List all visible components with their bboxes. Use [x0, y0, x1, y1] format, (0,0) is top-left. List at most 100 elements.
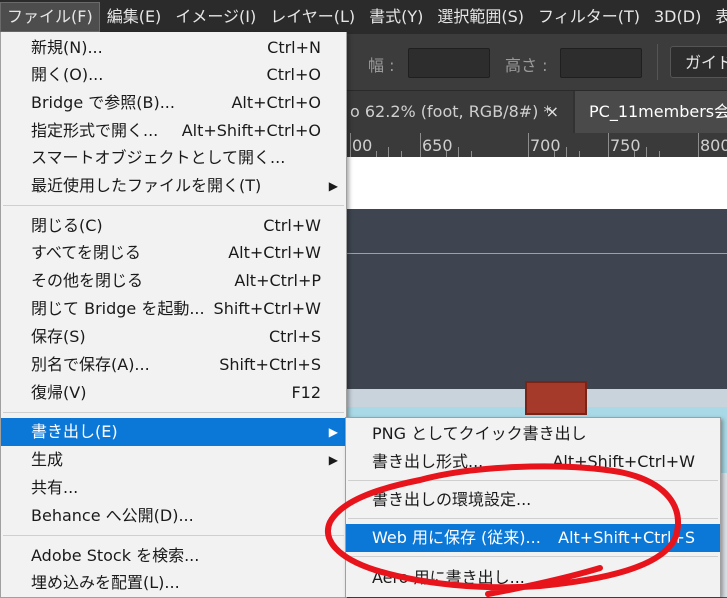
menu-item-label: Bridge で参照(B)...: [31, 93, 175, 112]
ruler-tick: [350, 133, 351, 157]
menu-item-label: Adobe Stock を検索...: [31, 546, 200, 565]
menu-item-search-adobe-stock[interactable]: Adobe Stock を検索...: [1, 542, 346, 570]
tab-document-foot[interactable]: o 62.2% (foot, RGB/8#) * ×: [340, 91, 573, 133]
menu-item-export[interactable]: 書き出し(E) ▶: [1, 418, 346, 446]
menu-item-label: 開く(O)...: [31, 65, 104, 84]
options-divider: [657, 44, 658, 80]
menu-view[interactable]: 表示: [708, 2, 727, 32]
width-field[interactable]: [408, 48, 490, 78]
ruler-tick: [698, 133, 699, 157]
tab-document-members[interactable]: PC_11members会: [575, 91, 727, 133]
menu-item-label: 保存(S): [31, 327, 86, 346]
submenu-item-label: 書き出し形式...: [372, 452, 484, 471]
menu-item-browse-in-bridge[interactable]: Bridge で参照(B)... Alt+Ctrl+O: [1, 89, 346, 117]
menu-item-shortcut: Shift+Ctrl+W: [213, 299, 321, 318]
menu-3d[interactable]: 3D(D): [647, 2, 708, 32]
submenu-item-label: PNG としてクイック書き出し: [372, 424, 587, 443]
menu-layer[interactable]: レイヤー(L): [263, 2, 362, 32]
menu-item-label: スマートオブジェクトとして開く...: [31, 148, 286, 167]
submenu-arrow-icon: ▶: [328, 453, 338, 467]
menu-item-close-and-go-to-bridge[interactable]: 閉じて Bridge を起動... Shift+Ctrl+W: [1, 295, 346, 323]
menu-type[interactable]: 書式(Y): [362, 2, 430, 32]
ruler-tick: [528, 133, 529, 157]
ruler-tick: [646, 147, 647, 157]
menu-item-new[interactable]: 新規(N)... Ctrl+N: [1, 34, 346, 62]
submenu-separator: [348, 518, 718, 519]
submenu-item-save-for-web[interactable]: Web 用に保存 (従来)... Alt+Shift+Ctrl+S: [346, 524, 720, 552]
menu-select[interactable]: 選択範囲(S): [430, 2, 531, 32]
submenu-item-export-as[interactable]: 書き出し形式... Alt+Shift+Ctrl+W: [346, 448, 720, 476]
menu-file[interactable]: ファイル(F): [0, 2, 100, 32]
menu-item-label: 別名で保存(A)...: [31, 355, 150, 374]
menu-item-label: その他を閉じる: [31, 271, 144, 290]
menu-item-open-recent[interactable]: 最近使用したファイルを開く(T) ▶: [1, 172, 346, 200]
ruler-label: 800: [700, 136, 727, 155]
menu-item-shortcut: Ctrl+W: [263, 216, 321, 235]
menu-item-label: 指定形式で開く...: [31, 121, 159, 140]
ruler-label: 750: [610, 136, 641, 155]
submenu-arrow-icon: ▶: [328, 425, 338, 439]
submenu-item-quick-export-png[interactable]: PNG としてクイック書き出し: [346, 420, 720, 448]
menu-item-label: 閉じて Bridge を起動...: [31, 299, 205, 318]
ruler-tick: [420, 133, 421, 157]
export-submenu: PNG としてクイック書き出し 書き出し形式... Alt+Shift+Ctrl…: [345, 417, 721, 597]
ruler-tick: [608, 133, 609, 157]
menu-item-label: 最近使用したファイルを開く(T): [31, 176, 262, 195]
menubar: ファイル(F) 編集(E) イメージ(I) レイヤー(L) 書式(Y) 選択範囲…: [0, 0, 727, 34]
guide-button[interactable]: ガイド: [670, 46, 727, 78]
submenu-item-shortcut: Alt+Shift+Ctrl+S: [558, 528, 695, 547]
menu-item-shortcut: Alt+Ctrl+P: [234, 271, 321, 290]
height-field[interactable]: [560, 48, 642, 78]
ruler-tick: [566, 147, 567, 157]
menu-edit[interactable]: 編集(E): [100, 2, 169, 32]
menu-item-label: 復帰(V): [31, 383, 87, 402]
submenu-item-export-for-aero[interactable]: Aero 用に書き出し...: [346, 564, 720, 592]
submenu-separator: [348, 556, 718, 557]
ruler-label: 00: [352, 136, 373, 155]
menu-item-revert[interactable]: 復帰(V) F12: [1, 379, 346, 407]
menu-item-label: 生成: [31, 450, 64, 469]
menu-item-label: 閉じる(C): [31, 216, 103, 235]
ruler-tick: [458, 147, 459, 157]
menu-item-shortcut: Ctrl+O: [266, 65, 321, 84]
canvas-white-area: [340, 157, 727, 209]
width-label: 幅 :: [368, 56, 395, 75]
menu-separator: [3, 535, 344, 536]
menu-item-close-all[interactable]: すべてを閉じる Alt+Ctrl+W: [1, 239, 346, 267]
menu-item-close-others[interactable]: その他を閉じる Alt+Ctrl+P: [1, 267, 346, 295]
submenu-item-label: Web 用に保存 (従来)...: [372, 528, 541, 547]
menu-item-publish-to-behance[interactable]: Behance へ公開(D)...: [1, 502, 346, 530]
tab-label: PC_11members会: [589, 102, 727, 121]
menu-item-share[interactable]: 共有...: [1, 474, 346, 502]
menu-item-open[interactable]: 開く(O)... Ctrl+O: [1, 61, 346, 89]
submenu-item-export-preferences[interactable]: 書き出しの環境設定...: [346, 486, 720, 514]
menu-item-save-as[interactable]: 別名で保存(A)... Shift+Ctrl+S: [1, 351, 346, 379]
menu-filter[interactable]: フィルター(T): [531, 2, 647, 32]
menu-image[interactable]: イメージ(I): [168, 2, 263, 32]
height-label: 高さ :: [505, 56, 548, 75]
menu-item-shortcut: Ctrl+S: [268, 327, 321, 346]
submenu-item-label: Aero 用に書き出し...: [372, 568, 525, 587]
guide-line[interactable]: [340, 253, 727, 254]
menu-item-label: 新規(N)...: [31, 38, 103, 57]
menu-item-save[interactable]: 保存(S) Ctrl+S: [1, 323, 346, 351]
menu-item-shortcut: Alt+Shift+Ctrl+O: [181, 121, 321, 140]
submenu-item-shortcut: Alt+Shift+Ctrl+W: [552, 452, 695, 471]
menu-item-generate[interactable]: 生成 ▶: [1, 446, 346, 474]
menu-item-close[interactable]: 閉じる(C) Ctrl+W: [1, 212, 346, 240]
menu-item-shortcut: Alt+Ctrl+O: [231, 93, 321, 112]
menu-item-shortcut: Shift+Ctrl+S: [219, 355, 321, 374]
menu-item-open-as[interactable]: 指定形式で開く... Alt+Shift+Ctrl+O: [1, 117, 346, 145]
menu-separator: [3, 412, 344, 413]
ruler-label: 650: [422, 136, 453, 155]
menu-separator: [3, 205, 344, 206]
submenu-arrow-icon: ▶: [328, 179, 338, 193]
horizontal-ruler: 00 650 700 750 800: [340, 133, 727, 158]
tab-label: o 62.2% (foot, RGB/8#) *: [350, 102, 552, 121]
close-tab-icon[interactable]: ×: [546, 91, 559, 133]
menu-item-place-embedded[interactable]: 埋め込みを配置(L)...: [1, 569, 346, 597]
menu-item-label: 共有...: [31, 478, 79, 497]
submenu-item-label: 書き出しの環境設定...: [372, 490, 532, 509]
menu-item-open-smart-object[interactable]: スマートオブジェクトとして開く...: [1, 144, 346, 172]
ruler-tick: [388, 147, 389, 157]
